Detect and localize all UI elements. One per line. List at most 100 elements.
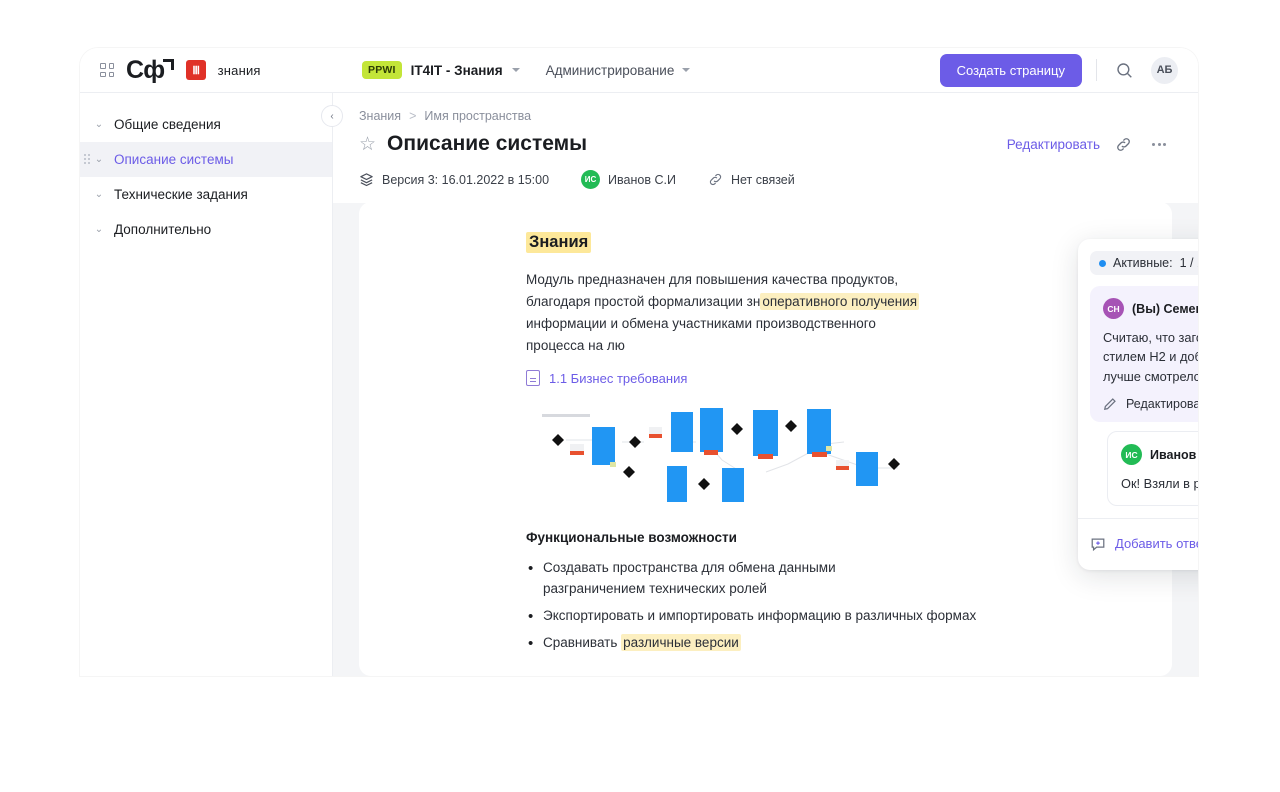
add-reply-button[interactable]: Добавить ответ xyxy=(1115,536,1198,551)
comment-author: Иванов С.И xyxy=(1150,447,1198,462)
para-highlight: оперативного получения xyxy=(760,292,920,310)
sidebar-item-tehnicheskie-zadaniya[interactable]: ⌄ Технические задания xyxy=(80,177,332,212)
avatar[interactable]: АБ xyxy=(1151,56,1178,84)
drag-handle-icon[interactable] xyxy=(84,154,91,165)
document-paragraph: Модуль предназначен для повышения качест… xyxy=(526,269,926,356)
comment-panel: Активные: 1 / 10 ⌄ ← → xyxy=(1078,239,1198,570)
app-body: ‹ ⌄ Общие сведения ⌄ Описание системы ⌄ … xyxy=(80,93,1198,676)
sidebar-item-dopolnitelno[interactable]: ⌄ Дополнительно xyxy=(80,212,332,247)
app-header: Сф Ⅲ знания PPWI IT4IT - Знания Админист… xyxy=(80,48,1198,93)
sidebar: ‹ ⌄ Общие сведения ⌄ Описание системы ⌄ … xyxy=(80,93,343,676)
space-badge: PPWI xyxy=(362,61,402,79)
dots xyxy=(1152,142,1166,146)
sidebar-item-label: Общие сведения xyxy=(114,117,221,132)
breadcrumb: Знания > Имя пространства xyxy=(359,109,1172,123)
list-item-text: Сравнивать xyxy=(543,635,622,651)
comment-panel-header: Активные: 1 / 10 ⌄ ← → xyxy=(1078,239,1198,286)
avatar: ИС xyxy=(1121,444,1142,466)
avatar: СН xyxy=(1103,298,1124,319)
sidebar-item-label: Описание системы xyxy=(114,152,234,167)
page-header: Знания > Имя пространства ☆ Описание сис… xyxy=(333,93,1198,203)
comment-text: Считаю, что заголовок можно было выделит… xyxy=(1103,330,1198,384)
title-row: ☆ Описание системы Редактировать xyxy=(359,131,1172,157)
chevron-down-icon: ⌄ xyxy=(94,189,104,200)
document-link-icon xyxy=(526,370,540,387)
comment-item[interactable]: СН (Вы) Семенов Н.П. 25.08.22/ 20:53 Счи… xyxy=(1090,286,1198,423)
breadcrumb-item-znaniya[interactable]: Знания xyxy=(359,109,401,123)
document-link-label: 1.1 Бизнес требования xyxy=(549,370,688,386)
star-outline-icon[interactable]: ☆ xyxy=(359,135,376,154)
para-text-3: информации и обмена xyxy=(526,315,669,331)
brand-area: Сф Ⅲ знания xyxy=(80,57,333,83)
chevron-down-icon: ⌄ xyxy=(94,119,104,130)
page-title: Описание системы xyxy=(387,132,588,155)
page-actions: Редактировать xyxy=(1007,131,1172,157)
edit-page-button[interactable]: Редактировать xyxy=(1007,137,1100,152)
author-info[interactable]: ИС Иванов С.И xyxy=(581,170,676,189)
chevron-down-icon xyxy=(511,68,520,72)
document-body: Знания Модуль предназначен для повышения… xyxy=(359,232,1172,676)
comment-filter-dropdown[interactable]: Активные: 1 / 10 ⌄ xyxy=(1090,251,1198,275)
page-meta: Версия 3: 16.01.2022 в 15:00 ИС Иванов С… xyxy=(359,170,1172,203)
header-nav: PPWI IT4IT - Знания Администрирование xyxy=(333,61,940,79)
comment-header: ИС Иванов С.И 25.08.22/ 20:53 xyxy=(1121,444,1198,466)
brand-word: знания xyxy=(217,62,261,78)
comment-filter-label: Активные: xyxy=(1113,256,1173,270)
document-scroll-area[interactable]: Знания Модуль предназначен для повышения… xyxy=(333,202,1198,676)
breadcrumb-item-space[interactable]: Имя пространства xyxy=(424,109,531,123)
space-selector[interactable]: PPWI IT4IT - Знания xyxy=(362,61,520,79)
comment-author: (Вы) Семенов Н.П. xyxy=(1132,301,1198,316)
status-dot-icon xyxy=(1099,259,1106,267)
sidebar-item-obshchie-svedeniya[interactable]: ⌄ Общие сведения xyxy=(80,107,332,142)
divider xyxy=(1096,59,1097,81)
more-horizontal-icon[interactable] xyxy=(1146,131,1172,157)
version-info[interactable]: Версия 3: 16.01.2022 в 15:00 xyxy=(359,172,549,187)
paperclip-icon xyxy=(709,173,722,186)
header-actions: Создать страницу АБ xyxy=(939,53,1198,87)
comment-panel-footer: Добавить ответ xyxy=(1078,517,1198,570)
comment-header: СН (Вы) Семенов Н.П. 25.08.22/ 20:53 xyxy=(1103,298,1198,319)
sidebar-collapse-button[interactable]: ‹ xyxy=(321,105,343,127)
create-page-button[interactable]: Создать страницу xyxy=(939,53,1082,87)
grid-apps-icon[interactable] xyxy=(100,63,114,77)
relations-text: Нет связей xyxy=(730,172,795,187)
chevron-down-icon xyxy=(682,68,691,72)
main-content: Знания > Имя пространства ☆ Описание сис… xyxy=(333,93,1198,676)
nav-item-administration[interactable]: Администрирование xyxy=(546,63,691,78)
flow-diagram-image xyxy=(526,402,918,506)
search-icon[interactable] xyxy=(1111,57,1137,83)
list-item-text-cont: разграничением технических ролей xyxy=(543,581,767,597)
chevron-down-icon: ⌄ xyxy=(94,154,104,165)
app-window: Сф Ⅲ знания PPWI IT4IT - Знания Админист… xyxy=(80,48,1198,676)
space-title: IT4IT - Знания xyxy=(410,62,503,78)
author-name: Иванов С.И xyxy=(608,172,676,187)
document-internal-link[interactable]: 1.1 Бизнес требования xyxy=(526,370,1132,387)
relations-info[interactable]: Нет связей xyxy=(708,172,795,187)
chevron-down-icon: ⌄ xyxy=(94,224,104,235)
list-item: Сравнивать различные версии xyxy=(526,632,1132,655)
document-heading: Знания xyxy=(526,232,592,253)
comment-list: СН (Вы) Семенов Н.П. 25.08.22/ 20:53 Счи… xyxy=(1078,286,1198,506)
document-bullet-list: Создавать пространства для обмена данным… xyxy=(526,557,1132,655)
comment-edit-button[interactable]: Редактировать xyxy=(1103,397,1198,411)
sidebar-item-label: Технические задания xyxy=(114,187,248,202)
list-item: Создавать пространства для обмена данным… xyxy=(526,557,1132,600)
link-icon[interactable] xyxy=(1110,131,1136,157)
comment-edit-label: Редактировать xyxy=(1126,397,1198,412)
comment-text: Ок! Взяли в работу xyxy=(1121,476,1198,492)
nav-item-label: Администрирование xyxy=(545,62,675,78)
comment-add-icon xyxy=(1091,538,1105,551)
brand-logo-mark: Сф xyxy=(126,57,174,83)
document-card: Знания Модуль предназначен для повышения… xyxy=(359,202,1172,676)
document-section-heading: Функциональные возможности xyxy=(526,530,737,546)
comment-filter-count: 1 / 10 xyxy=(1179,256,1198,270)
list-item: Экспортировать и импортировать информаци… xyxy=(526,605,1132,628)
para-text-1: Модуль предназначен для повышения качест… xyxy=(526,272,831,287)
comment-item[interactable]: ИС Иванов С.И 25.08.22/ 20:53 Ок! Взяли … xyxy=(1107,431,1198,506)
version-text: Версия 3: 16.01.2022 в 15:00 xyxy=(382,172,550,187)
avatar: ИС xyxy=(581,170,601,189)
list-item-text: Создавать пространства для обмена данным… xyxy=(543,560,836,576)
sidebar-item-opisanie-sistemy[interactable]: ⌄ Описание системы xyxy=(80,142,332,177)
sidebar-item-label: Дополнительно xyxy=(114,222,212,237)
breadcrumb-separator: > xyxy=(409,109,417,123)
